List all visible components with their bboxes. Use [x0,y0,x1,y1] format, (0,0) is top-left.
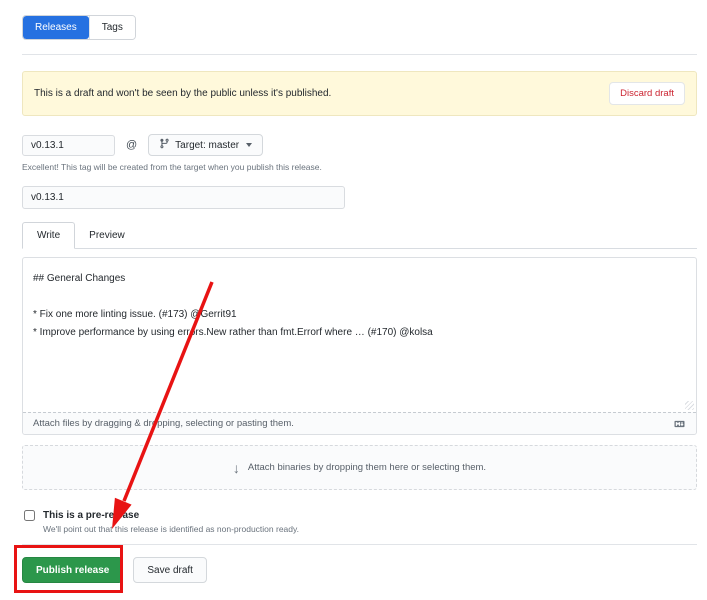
actions-row: Publish release Save draft [22,557,697,583]
editor-footer: Attach files by dragging & dropping, sel… [23,412,696,434]
publish-release-button[interactable]: Publish release [22,557,123,583]
release-body-textarea[interactable]: ## General Changes * Fix one more lintin… [23,258,696,412]
attach-binaries-dropzone[interactable]: ↓ Attach binaries by dropping them here … [22,445,697,490]
at-symbol: @ [126,139,137,151]
tab-releases[interactable]: Releases [23,16,89,39]
save-draft-button[interactable]: Save draft [133,557,207,583]
dropdown-caret-icon [246,143,252,147]
draft-warning-text: This is a draft and won't be seen by the… [34,88,331,99]
prerelease-checkbox[interactable] [24,510,35,521]
tab-tags[interactable]: Tags [89,16,135,39]
textarea-resize-grip[interactable] [685,401,694,410]
tag-name-input[interactable] [22,135,115,156]
prerelease-helper-text: We'll point out that this release is ide… [43,524,697,534]
git-branch-icon [159,138,170,152]
release-draft-page: Releases Tags This is a draft and won't … [0,0,707,600]
prerelease-label[interactable]: This is a pre-release [43,510,139,521]
markdown-icon [673,419,686,429]
tag-row: @ Target: master [22,134,697,156]
releases-tags-toggle: Releases Tags [22,15,136,40]
editor-tabnav: Write Preview [22,222,697,249]
attach-binaries-label: Attach binaries by dropping them here or… [248,462,486,473]
tab-preview[interactable]: Preview [75,222,139,248]
target-branch-dropdown[interactable]: Target: master [148,134,263,156]
discard-draft-button[interactable]: Discard draft [609,82,685,105]
tag-helper-text: Excellent! This tag will be created from… [22,162,697,172]
release-title-input[interactable] [22,186,345,209]
actions-divider [22,544,697,545]
prerelease-section: This is a pre-release We'll point out th… [22,510,697,534]
draft-warning-banner: This is a draft and won't be seen by the… [22,71,697,116]
release-body-editor: ## General Changes * Fix one more lintin… [22,257,697,435]
down-arrow-icon: ↓ [233,461,240,475]
header-divider [22,54,697,55]
target-branch-label: Target: master [175,140,239,151]
attach-files-hint[interactable]: Attach files by dragging & dropping, sel… [33,418,294,429]
tab-write[interactable]: Write [22,222,75,249]
